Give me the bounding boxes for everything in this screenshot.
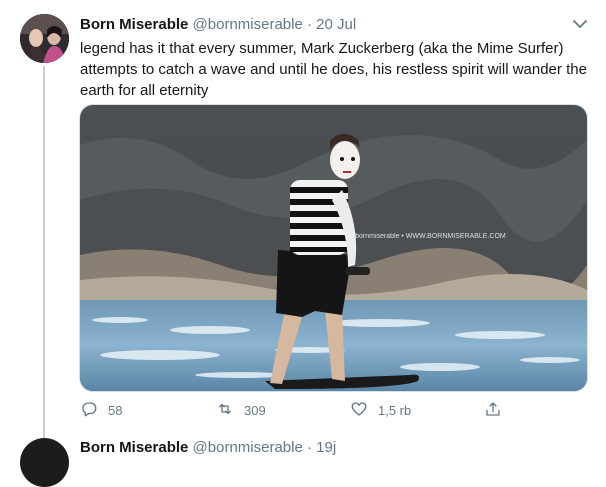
header-separator: · — [307, 16, 312, 33]
retweet-button[interactable]: 309 — [216, 398, 266, 422]
reply-icon — [80, 400, 98, 421]
next-tweet[interactable]: Born Miserable @bornmiserable · 19j — [0, 436, 606, 487]
retweet-count: 309 — [244, 402, 266, 418]
like-button[interactable]: 1,5 rb — [350, 398, 411, 422]
retweet-icon — [216, 400, 234, 421]
next-tweet-header: Born Miserable @bornmiserable · 19j — [80, 439, 336, 456]
chevron-down-icon[interactable] — [570, 14, 590, 34]
tweet-actions: 58 309 1,5 rb — [80, 398, 530, 422]
heart-icon — [350, 400, 368, 421]
reply-count: 58 — [108, 402, 123, 418]
like-count: 1,5 rb — [378, 402, 412, 418]
share-button[interactable] — [484, 398, 502, 422]
author-name[interactable]: Born Miserable — [80, 16, 188, 33]
avatar[interactable] — [20, 14, 69, 63]
next-author-name[interactable]: Born Miserable — [80, 439, 188, 456]
share-icon — [484, 400, 502, 421]
next-tweet-avatar[interactable] — [20, 438, 69, 487]
author-handle[interactable]: @bornmiserable — [193, 16, 303, 33]
next-tweet-date[interactable]: 19j — [316, 439, 336, 456]
tweet-text: legend has it that every summer, Mark Zu… — [80, 40, 587, 99]
thread-line — [43, 66, 45, 438]
tweet-date[interactable]: 20 Jul — [316, 16, 356, 33]
photo-watermark: @bornmiserable • WWW.BORNMISERABLE.COM — [348, 233, 506, 240]
reply-button[interactable]: 58 — [80, 398, 122, 422]
tweet-header: Born Miserable @bornmiserable · 20 Jul — [80, 16, 356, 34]
tweet-media-photo[interactable]: @bornmiserable • WWW.BORNMISERABLE.COM — [79, 104, 588, 392]
next-header-separator: · — [307, 439, 312, 456]
next-author-handle[interactable]: @bornmiserable — [193, 439, 303, 456]
